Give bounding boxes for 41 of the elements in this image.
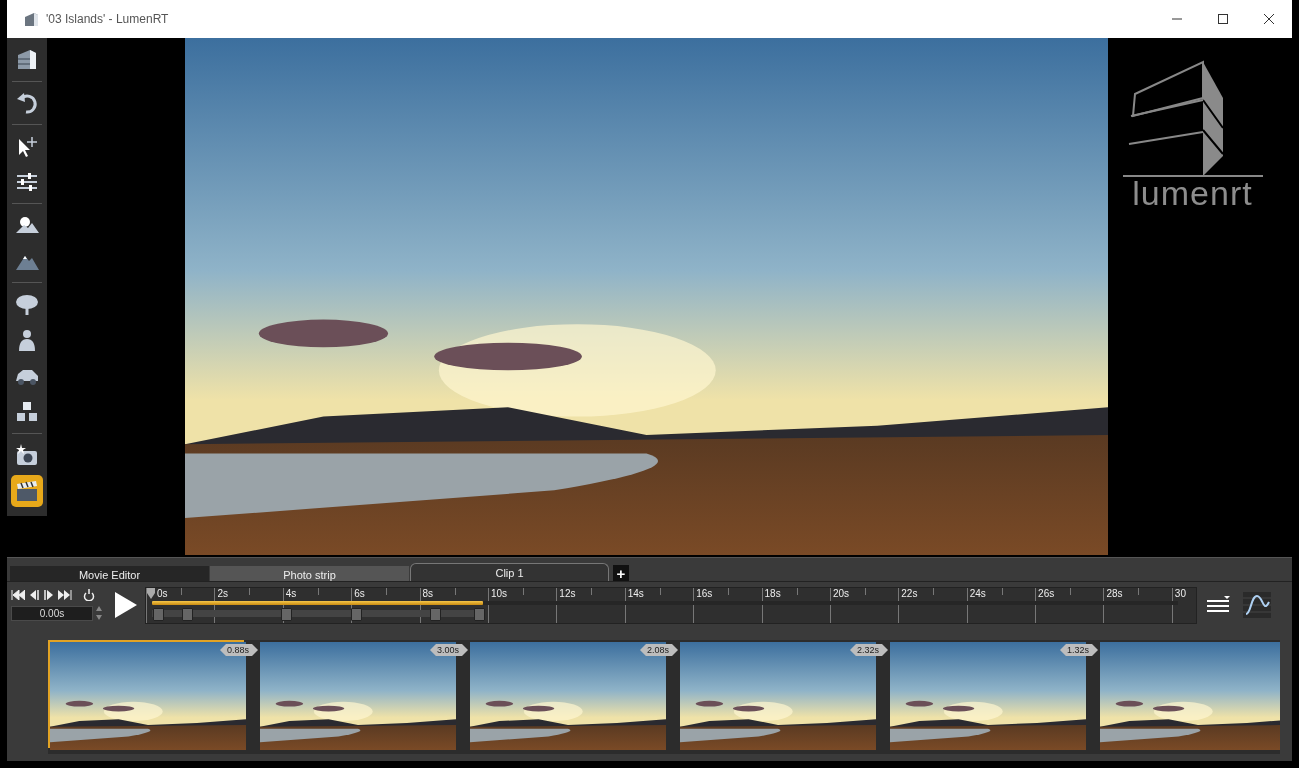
tick-label: 10s: [490, 587, 508, 599]
tick-label: 30: [1174, 587, 1186, 599]
keyframe-marker[interactable]: [430, 607, 442, 621]
clapperboard-icon[interactable]: [11, 475, 43, 507]
play-button[interactable]: [115, 592, 137, 618]
keyframe-marker[interactable]: [153, 607, 165, 621]
menu-icon[interactable]: [1207, 596, 1231, 614]
tick-label: 4s: [285, 587, 297, 599]
tick-label: 6s: [354, 587, 365, 599]
tab[interactable]: Clip 1: [410, 563, 609, 581]
playhead-icon[interactable]: [146, 587, 156, 600]
tick-label: 8s: [422, 587, 434, 599]
skip-back-icon[interactable]: [11, 590, 25, 600]
tick-label: 0s: [157, 587, 168, 599]
tick-label: 16s: [696, 587, 713, 599]
time-field[interactable]: 0.00s: [11, 605, 93, 621]
tick-label: 18s: [764, 587, 781, 599]
add-tab-button[interactable]: +: [613, 565, 629, 581]
keyframe-marker[interactable]: [474, 607, 486, 621]
building-logo-icon: [1122, 58, 1263, 178]
tick-label: 12s: [559, 587, 576, 599]
tick-label: 24s: [969, 587, 986, 599]
clip-range-bar[interactable]: [152, 600, 484, 605]
tick-label: 2s: [217, 587, 228, 599]
step-back-icon[interactable]: [28, 590, 40, 600]
keyframe-marker[interactable]: [181, 607, 193, 621]
tick-label: 22s: [901, 587, 918, 599]
tick-label: 14s: [627, 587, 644, 599]
keyframe-marker[interactable]: [351, 607, 363, 621]
tab[interactable]: Movie Editor: [10, 566, 209, 581]
app-logo-icon: [24, 12, 40, 26]
step-forward-icon[interactable]: [43, 590, 55, 600]
tick-label: 28s: [1106, 587, 1123, 599]
tick-label: 20s: [832, 587, 850, 599]
curve-icon[interactable]: [1243, 592, 1271, 618]
tick-label: 26s: [1038, 587, 1055, 599]
skip-forward-icon[interactable]: [58, 590, 72, 600]
window-title: '03 Islands' - LumenRT: [46, 12, 170, 26]
logo-text: lumenrt: [1132, 174, 1253, 213]
keyframe-marker[interactable]: [281, 607, 293, 621]
tab[interactable]: Photo strip: [210, 566, 409, 581]
